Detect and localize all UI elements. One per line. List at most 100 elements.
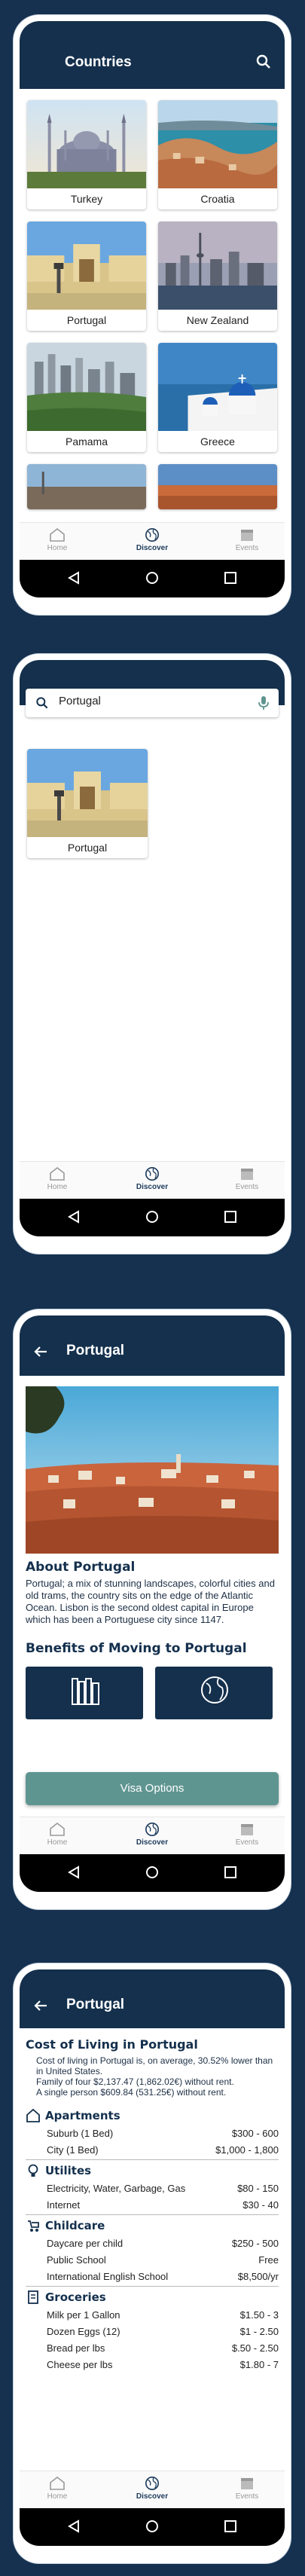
cost-value: $80 - 150: [237, 2182, 279, 2194]
nav-discover[interactable]: Discover: [122, 1166, 182, 1191]
nav-discover-label: Discover: [136, 1183, 169, 1191]
nav-events[interactable]: Events: [217, 527, 277, 552]
books-icon: [72, 1678, 99, 1705]
country-image: [27, 343, 146, 431]
section-name: Utilites: [45, 2164, 92, 2177]
country-card-new-zealand[interactable]: New Zealand: [158, 222, 277, 331]
apartments-heading: Apartments: [26, 2107, 279, 2125]
recents-square-icon[interactable]: [223, 2519, 238, 2534]
nav-events[interactable]: Events: [217, 1822, 277, 1847]
country-card-pamama[interactable]: Pamama: [27, 343, 146, 452]
bottom-nav: Home Discover Events: [20, 1161, 285, 1199]
nav-home[interactable]: Home: [27, 1166, 87, 1191]
country-name: Croatia: [200, 193, 235, 205]
visa-options-button[interactable]: Visa Options: [26, 1772, 279, 1805]
search-input[interactable]: [59, 695, 224, 707]
nav-home[interactable]: Home: [27, 527, 87, 552]
cost-value: $250 - 500: [231, 2237, 279, 2249]
back-triangle-icon[interactable]: [66, 1209, 81, 1224]
cost-row: International English School $8,500/yr: [26, 2268, 279, 2284]
recents-square-icon[interactable]: [223, 1865, 238, 1880]
nav-events[interactable]: Events: [217, 2476, 277, 2501]
country-image: [158, 464, 277, 509]
home-icon: [50, 527, 65, 542]
section-name: Groceries: [45, 2290, 106, 2304]
cost-value: $300 - 600: [231, 2127, 279, 2139]
cost-table: Apartments Suburb (1 Bed) $300 - 600 City…: [26, 2107, 279, 2373]
country-card-partial-left[interactable]: [27, 464, 146, 509]
benefit-card-globe[interactable]: [155, 1667, 273, 1719]
back-arrow-icon[interactable]: [32, 1343, 50, 1361]
home-circle-icon[interactable]: [145, 2519, 160, 2534]
system-nav-bar: [20, 2508, 285, 2546]
screen-search: Portugal Home Discover Events: [20, 660, 285, 1248]
search-bar[interactable]: [26, 689, 279, 717]
divider: [26, 2286, 279, 2287]
globe-icon: [145, 528, 159, 542]
back-triangle-icon[interactable]: [66, 570, 81, 585]
recents-square-icon[interactable]: [223, 570, 238, 585]
nav-discover[interactable]: Discover: [122, 2476, 182, 2501]
calendar-icon: [241, 1169, 253, 1180]
phone-detail: Portugal About Portugal Portugal; a mix …: [14, 1309, 291, 1909]
nav-events-label: Events: [235, 1838, 259, 1847]
back-triangle-icon[interactable]: [66, 1865, 81, 1880]
cost-value: $1.50 - 3: [239, 2309, 279, 2321]
lightbulb-icon: [28, 2164, 38, 2177]
cost-intro-average: Cost of living in Portugal is, on averag…: [36, 2055, 273, 2076]
home-circle-icon[interactable]: [145, 1865, 160, 1880]
phone-cost: Portugal Cost of Living in Portugal Cost…: [14, 1963, 291, 2563]
country-card-croatia[interactable]: Croatia: [158, 100, 277, 209]
globe-hand-icon: [201, 1676, 228, 1704]
nav-events[interactable]: Events: [217, 1166, 277, 1191]
search-icon[interactable]: [255, 53, 273, 71]
country-image: [27, 100, 146, 188]
cost-title: Cost of Living in Portugal: [26, 2037, 198, 2052]
country-card-turkey[interactable]: Turkey: [27, 100, 146, 209]
stroller-icon: [28, 2220, 39, 2232]
cost-value: $30 - 40: [242, 2199, 279, 2211]
cost-item: Milk per 1 Gallon: [47, 2309, 120, 2321]
back-triangle-icon[interactable]: [66, 2519, 81, 2534]
grocery-list-icon: [28, 2290, 38, 2304]
bottom-nav: Home Discover Events: [20, 2471, 285, 2508]
country-name: Turkey: [70, 193, 103, 205]
microphone-icon[interactable]: [256, 695, 271, 711]
nav-events-label: Events: [235, 1183, 259, 1191]
nav-discover[interactable]: Discover: [122, 527, 182, 552]
page-title: Countries: [65, 54, 132, 70]
cost-value: $1.80 - 7: [239, 2358, 279, 2370]
home-circle-icon[interactable]: [145, 570, 160, 585]
divider: [26, 2159, 279, 2160]
globe-icon: [145, 1823, 159, 1836]
country-image: [27, 749, 148, 837]
cost-row: City (1 Bed) $1,000 - 1,800: [26, 2141, 279, 2158]
recents-square-icon[interactable]: [223, 1209, 238, 1224]
country-card-greece[interactable]: Greece: [158, 343, 277, 452]
cost-item: Dozen Eggs (12): [47, 2325, 120, 2337]
cost-row: Milk per 1 Gallon $1.50 - 3: [26, 2306, 279, 2323]
bottom-nav: Home Discover Events: [20, 1817, 285, 1854]
cost-item: City (1 Bed): [47, 2144, 99, 2156]
country-name: New Zealand: [186, 314, 249, 326]
utilities-heading: Utilites: [26, 2162, 279, 2180]
screen-countries: Countries Turkey Croatia Portugal New Ze…: [20, 21, 285, 609]
nav-home[interactable]: Home: [27, 2476, 87, 2501]
cost-item: International English School: [47, 2270, 169, 2282]
search-result-card[interactable]: Portugal: [27, 749, 148, 858]
calendar-icon: [241, 530, 253, 541]
country-image: [27, 464, 146, 509]
nav-discover[interactable]: Discover: [122, 1822, 182, 1847]
country-card-portugal[interactable]: Portugal: [27, 222, 146, 331]
cost-row: Public School Free: [26, 2251, 279, 2268]
country-card-partial-right[interactable]: [158, 464, 277, 509]
home-circle-icon[interactable]: [145, 1209, 160, 1224]
back-arrow-icon[interactable]: [32, 1997, 50, 2015]
page-title: Portugal: [66, 1343, 125, 1358]
home-icon: [50, 2476, 65, 2490]
app-bar: Portugal: [20, 1969, 285, 2028]
screen-detail: Portugal About Portugal Portugal; a mix …: [20, 1316, 285, 1903]
benefit-card-books[interactable]: [26, 1667, 143, 1719]
cost-intro-family: Family of four $2,137.47 (1,862.02€) wit…: [36, 2076, 234, 2087]
nav-home[interactable]: Home: [27, 1822, 87, 1847]
